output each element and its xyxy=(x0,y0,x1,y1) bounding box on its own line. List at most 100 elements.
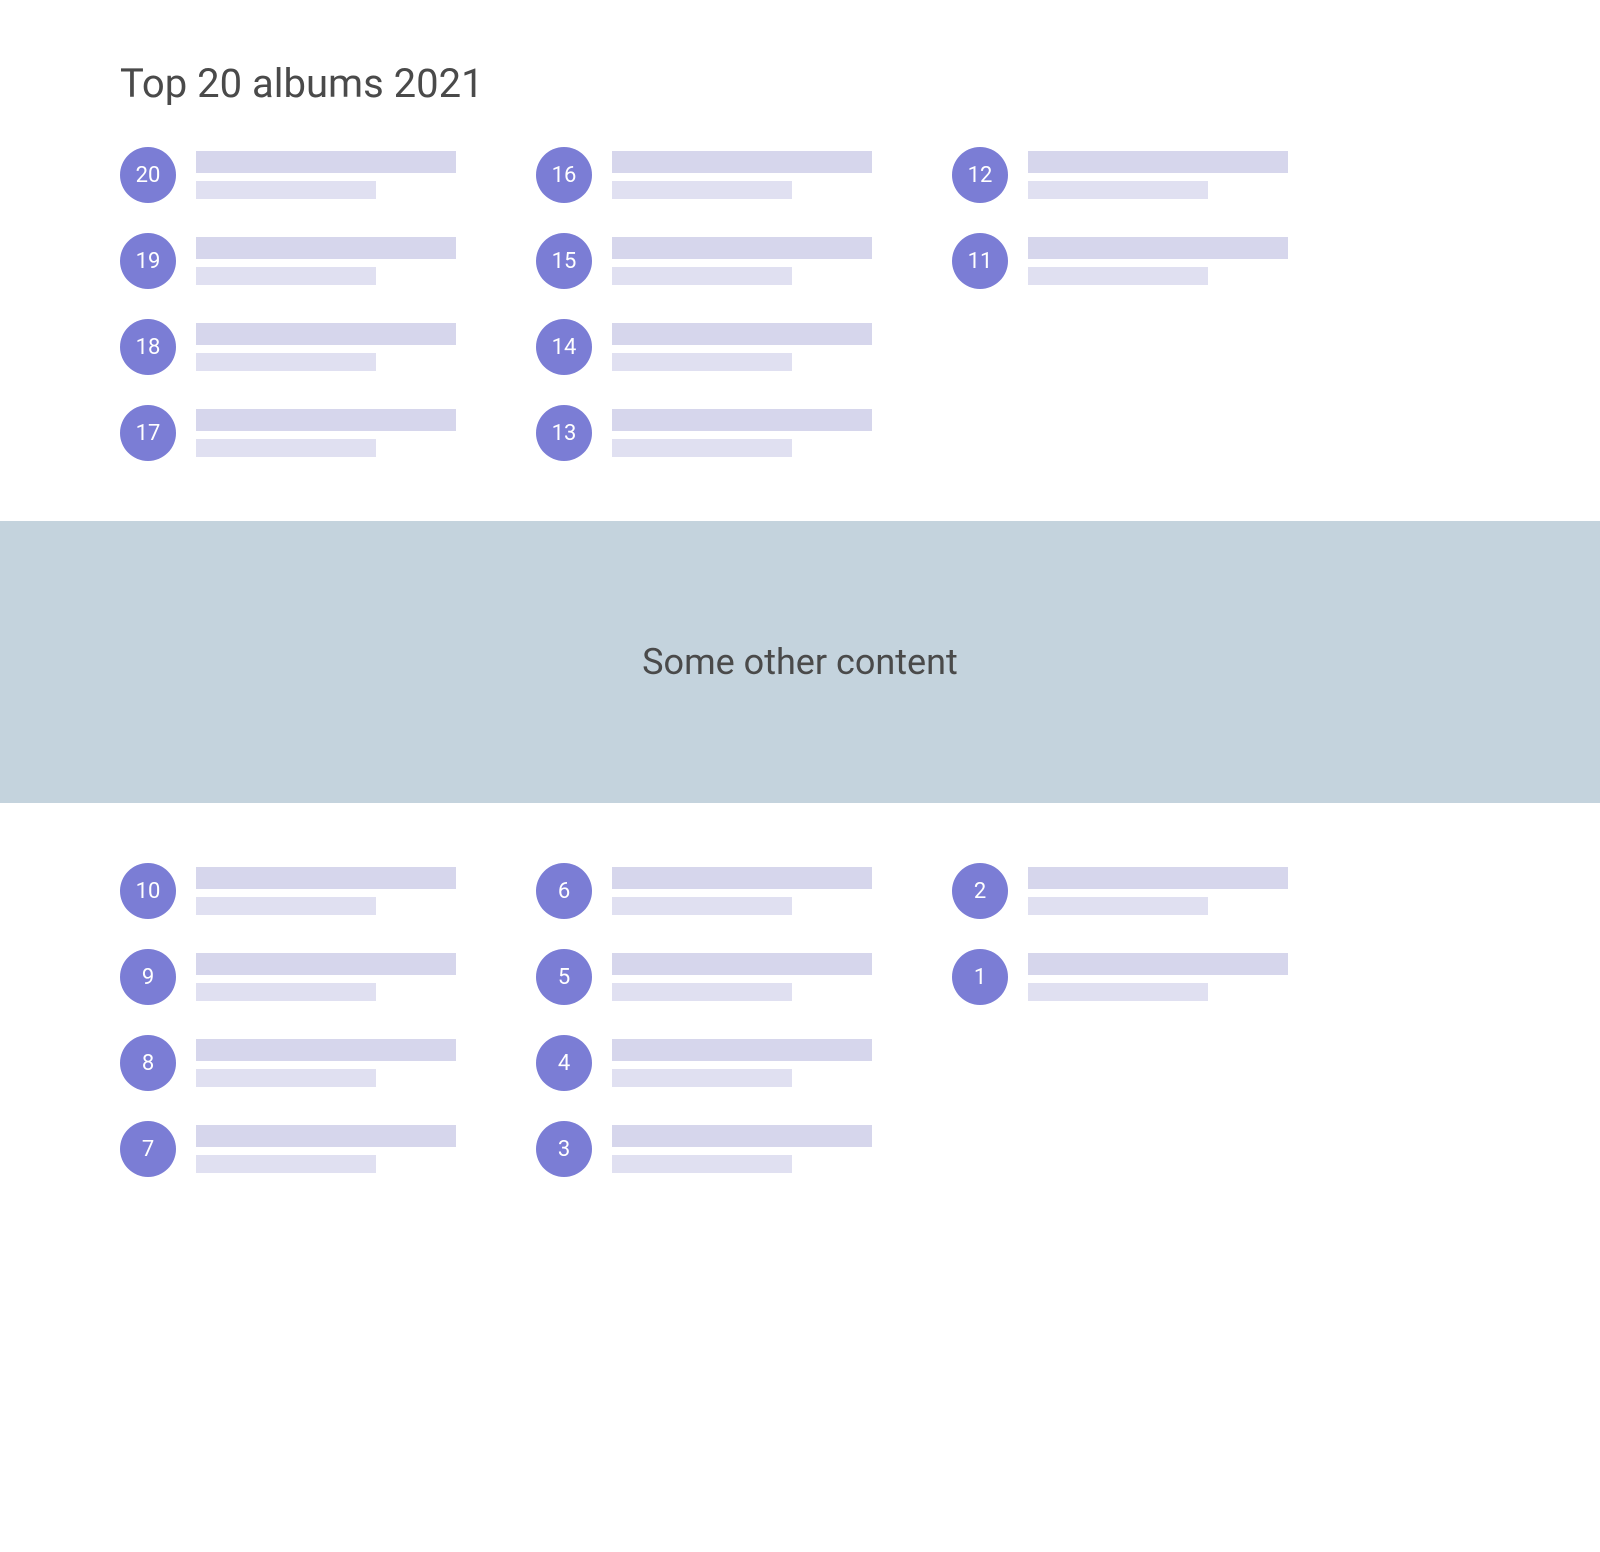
list-item: 11 xyxy=(952,233,1288,289)
placeholder-bar xyxy=(612,267,792,285)
rank-badge: 19 xyxy=(120,233,176,289)
rank-badge: 3 xyxy=(536,1121,592,1177)
placeholder-bar xyxy=(612,181,792,199)
list-item: 3 xyxy=(536,1121,872,1177)
placeholder-bar xyxy=(1028,897,1208,915)
rank-badge: 20 xyxy=(120,147,176,203)
page: Top 20 albums 2021 20 19 xyxy=(0,0,1600,1237)
upper-section: Top 20 albums 2021 20 19 xyxy=(0,0,1600,521)
placeholder-lines xyxy=(196,323,456,371)
placeholder-lines xyxy=(196,237,456,285)
rank-badge: 15 xyxy=(536,233,592,289)
list-item: 2 xyxy=(952,863,1288,919)
placeholder-bar xyxy=(612,1125,872,1147)
rank-badge: 12 xyxy=(952,147,1008,203)
placeholder-bar xyxy=(612,953,872,975)
rank-badge: 8 xyxy=(120,1035,176,1091)
placeholder-bar xyxy=(196,1069,376,1087)
placeholder-bar xyxy=(1028,867,1288,889)
lower-col-1: 10 9 8 xyxy=(120,863,456,1177)
placeholder-bar xyxy=(612,151,872,173)
placeholder-bar xyxy=(196,983,376,1001)
upper-grid: 20 19 18 xyxy=(120,147,1480,461)
placeholder-lines xyxy=(612,409,872,457)
placeholder-bar xyxy=(196,867,456,889)
placeholder-lines xyxy=(196,151,456,199)
placeholder-lines xyxy=(612,1039,872,1087)
placeholder-bar xyxy=(612,867,872,889)
placeholder-lines xyxy=(1028,151,1288,199)
placeholder-bar xyxy=(196,151,456,173)
page-title: Top 20 albums 2021 xyxy=(120,60,1480,107)
list-item: 7 xyxy=(120,1121,456,1177)
upper-col-2: 16 15 14 xyxy=(536,147,872,461)
placeholder-lines xyxy=(612,237,872,285)
upper-col-3: 12 11 xyxy=(952,147,1288,461)
list-item: 13 xyxy=(536,405,872,461)
placeholder-bar xyxy=(1028,983,1208,1001)
placeholder-bar xyxy=(196,1125,456,1147)
banner-text: Some other content xyxy=(0,641,1600,683)
rank-badge: 17 xyxy=(120,405,176,461)
rank-badge: 18 xyxy=(120,319,176,375)
placeholder-bar xyxy=(612,409,872,431)
upper-col-1: 20 19 18 xyxy=(120,147,456,461)
placeholder-bar xyxy=(196,953,456,975)
list-item: 8 xyxy=(120,1035,456,1091)
placeholder-bar xyxy=(612,897,792,915)
placeholder-lines xyxy=(1028,953,1288,1001)
list-item: 15 xyxy=(536,233,872,289)
placeholder-bar xyxy=(196,1155,376,1173)
placeholder-lines xyxy=(196,953,456,1001)
placeholder-bar xyxy=(196,323,456,345)
placeholder-bar xyxy=(612,439,792,457)
list-item: 19 xyxy=(120,233,456,289)
list-item: 4 xyxy=(536,1035,872,1091)
lower-grid: 10 9 8 xyxy=(120,863,1480,1177)
placeholder-lines xyxy=(196,1125,456,1173)
rank-badge: 14 xyxy=(536,319,592,375)
placeholder-bar xyxy=(1028,953,1288,975)
list-item: 18 xyxy=(120,319,456,375)
lower-section: 10 9 8 xyxy=(0,803,1600,1237)
placeholder-bar xyxy=(612,1039,872,1061)
placeholder-bar xyxy=(612,1069,792,1087)
placeholder-lines xyxy=(612,151,872,199)
placeholder-bar xyxy=(612,353,792,371)
placeholder-bar xyxy=(196,181,376,199)
lower-col-2: 6 5 4 xyxy=(536,863,872,1177)
lower-col-3: 2 1 xyxy=(952,863,1288,1177)
placeholder-bar xyxy=(1028,151,1288,173)
placeholder-lines xyxy=(196,867,456,915)
rank-badge: 16 xyxy=(536,147,592,203)
placeholder-bar xyxy=(196,897,376,915)
placeholder-lines xyxy=(612,323,872,371)
placeholder-bar xyxy=(196,237,456,259)
list-item: 1 xyxy=(952,949,1288,1005)
list-item: 6 xyxy=(536,863,872,919)
rank-badge: 1 xyxy=(952,949,1008,1005)
placeholder-bar xyxy=(612,237,872,259)
placeholder-lines xyxy=(612,953,872,1001)
placeholder-bar xyxy=(612,983,792,1001)
placeholder-bar xyxy=(1028,237,1288,259)
rank-badge: 6 xyxy=(536,863,592,919)
placeholder-bar xyxy=(196,439,376,457)
rank-badge: 4 xyxy=(536,1035,592,1091)
list-item: 16 xyxy=(536,147,872,203)
placeholder-lines xyxy=(612,867,872,915)
list-item: 5 xyxy=(536,949,872,1005)
list-item: 20 xyxy=(120,147,456,203)
list-item: 9 xyxy=(120,949,456,1005)
list-item: 12 xyxy=(952,147,1288,203)
rank-badge: 2 xyxy=(952,863,1008,919)
banner: Some other content xyxy=(0,521,1600,803)
rank-badge: 7 xyxy=(120,1121,176,1177)
placeholder-bar xyxy=(612,323,872,345)
placeholder-bar xyxy=(1028,267,1208,285)
placeholder-lines xyxy=(612,1125,872,1173)
placeholder-bar xyxy=(612,1155,792,1173)
placeholder-lines xyxy=(1028,237,1288,285)
placeholder-bar xyxy=(196,353,376,371)
placeholder-lines xyxy=(196,409,456,457)
